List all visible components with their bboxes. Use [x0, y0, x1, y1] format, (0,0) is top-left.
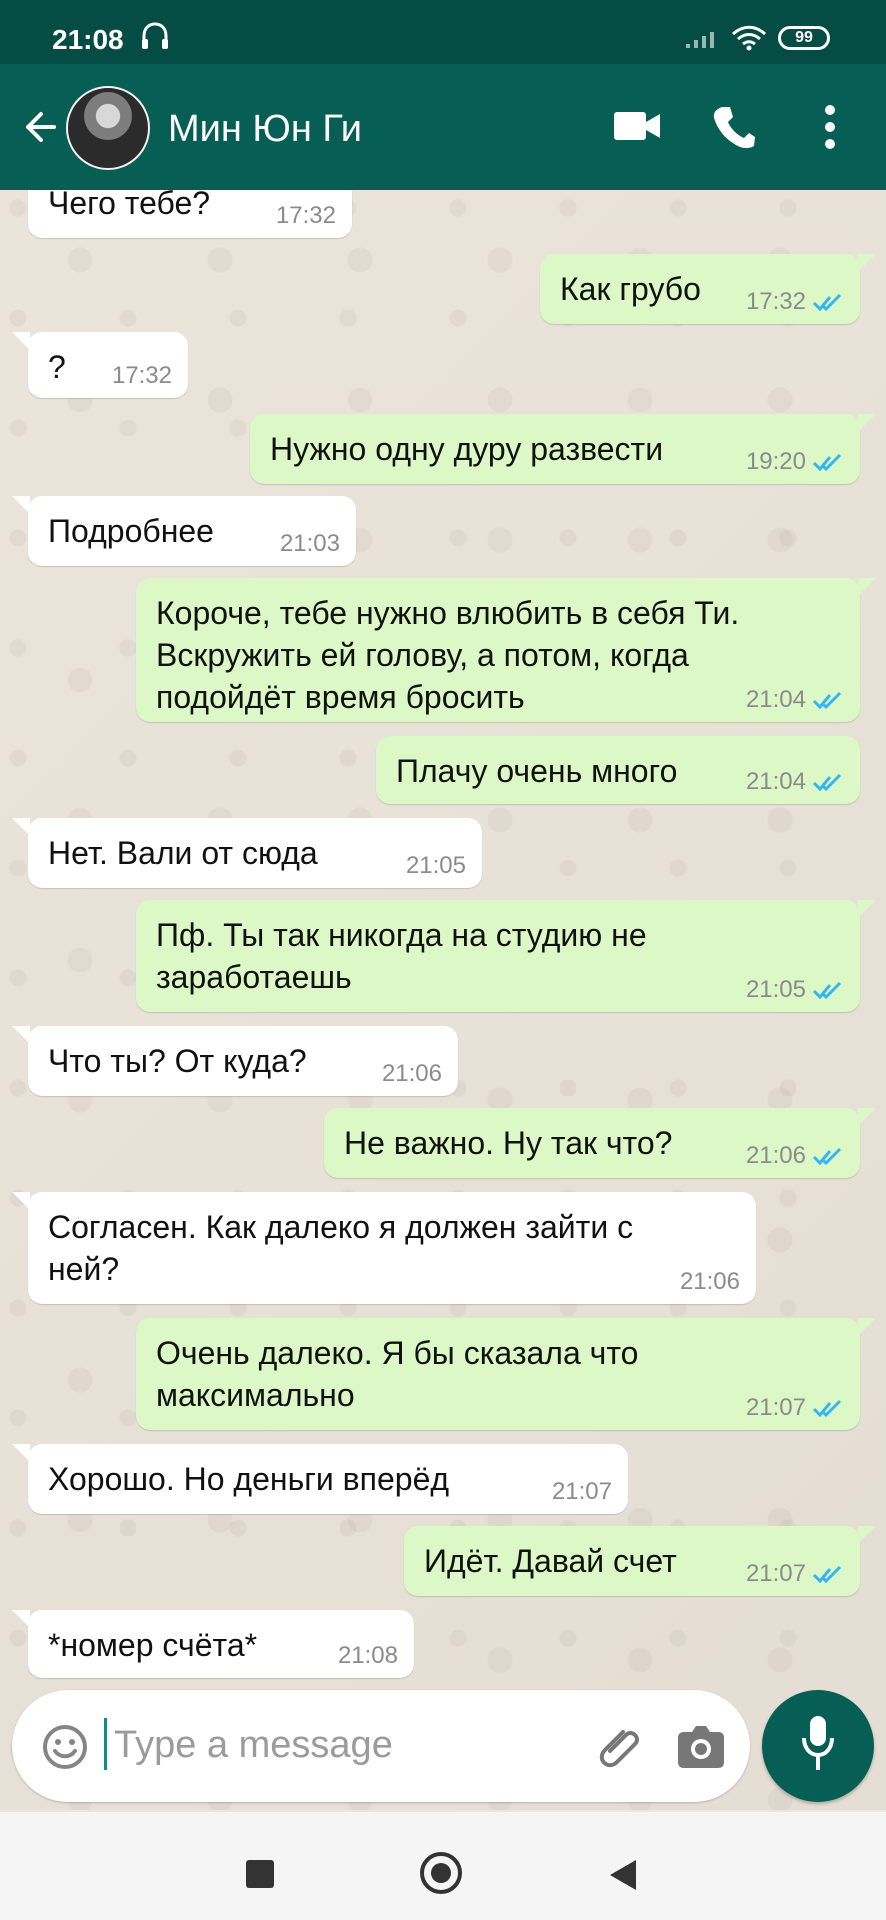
camera-icon[interactable]	[676, 1724, 726, 1768]
message-text: Что ты? От куда?	[48, 1043, 307, 1079]
phone-icon[interactable]	[712, 104, 756, 150]
wifi-icon	[731, 25, 767, 51]
message-text: *номер счёта*	[48, 1627, 258, 1663]
arrow-left-icon[interactable]	[18, 106, 60, 148]
message-text: Хорошо. Но деньги вперёд	[48, 1461, 450, 1497]
chat-header: Мин Юн Ги	[0, 64, 886, 190]
message-time: 19:20	[745, 448, 806, 475]
message-text: Подробнее	[48, 513, 214, 549]
message-bubble-incoming[interactable]: Чего тебе? 17:32	[28, 190, 352, 238]
message-time: 21:07	[551, 1478, 612, 1505]
message-time: 21:03	[279, 530, 340, 557]
message-bubble-incoming[interactable]: Хорошо. Но деньги вперёд 21:07	[12, 1444, 628, 1514]
contact-name[interactable]: Мин Юн Ги	[168, 108, 362, 151]
message-bubble-incoming[interactable]: Согласен. Как далеко я должен зайти с не…	[12, 1192, 756, 1304]
read-receipt-icon	[812, 773, 842, 792]
paperclip-icon[interactable]	[594, 1720, 650, 1776]
message-bubble-incoming[interactable]: Подробнее 21:03	[12, 496, 356, 566]
message-bubble-incoming[interactable]: Что ты? От куда? 21:06	[12, 1026, 458, 1096]
message-text: Нужно одну дуру развести	[270, 431, 664, 467]
message-time: 21:06	[381, 1060, 442, 1087]
read-receipt-icon	[812, 293, 842, 312]
status-time: 21:08	[52, 24, 124, 55]
message-text: Идёт. Давай счет	[424, 1543, 677, 1579]
message-time: 21:07	[745, 1394, 806, 1421]
message-time: 21:05	[745, 976, 806, 1003]
headphones-icon	[142, 22, 168, 49]
message-bubble-outgoing[interactable]: Как грубо 17:32	[540, 254, 876, 324]
read-receipt-icon	[812, 691, 842, 710]
message-time: 21:06	[679, 1268, 740, 1295]
message-bubble-outgoing[interactable]: Пф. Ты так никогда на студию не заработа…	[136, 900, 876, 1012]
text-caret	[104, 1718, 107, 1770]
read-receipt-icon	[812, 981, 842, 1000]
microphone-icon	[802, 1716, 834, 1770]
android-navigation-bar	[0, 1812, 886, 1920]
message-text: Нет. Вали от сюда	[48, 835, 318, 871]
message-text: Очень далеко. Я бы сказала что максималь…	[156, 1335, 639, 1413]
voice-message-button[interactable]	[762, 1690, 874, 1802]
message-text: Как грубо	[560, 271, 701, 307]
message-text: ?	[48, 349, 66, 385]
message-time: 21:04	[745, 686, 806, 713]
message-bubble-incoming[interactable]: *номер счёта* 21:08	[12, 1610, 414, 1678]
back-navigation-icon[interactable]	[610, 1860, 636, 1890]
message-list[interactable]: Чего тебе? 17:32 Как грубо 17:32 ? 17:32…	[0, 190, 886, 1810]
read-receipt-icon	[812, 453, 842, 472]
message-bubble-outgoing[interactable]: Идёт. Давай счет 21:07	[404, 1526, 876, 1596]
message-time: 17:32	[745, 288, 806, 315]
contact-avatar[interactable]	[66, 86, 150, 170]
message-text: Не важно. Ну так что?	[344, 1125, 673, 1161]
message-time: 21:06	[745, 1142, 806, 1169]
message-bubble-outgoing[interactable]: Не важно. Ну так что? 21:06	[324, 1108, 876, 1178]
emoji-icon[interactable]	[42, 1724, 88, 1770]
more-vertical-icon[interactable]	[824, 104, 836, 150]
message-bubble-outgoing[interactable]: Плачу очень много 21:04	[376, 736, 860, 804]
read-receipt-icon	[812, 1399, 842, 1418]
message-bubble-incoming[interactable]: Нет. Вали от сюда 21:05	[12, 818, 482, 888]
message-input[interactable]	[112, 1715, 496, 1775]
message-composer	[12, 1690, 750, 1802]
signal-icon	[686, 32, 714, 48]
message-text: Плачу очень много	[396, 753, 678, 789]
message-bubble-incoming[interactable]: ? 17:32	[12, 332, 188, 398]
battery-indicator: 99	[778, 26, 830, 50]
message-bubble-outgoing[interactable]: Короче, тебе нужно влюбить в себя Ти. Вс…	[136, 578, 876, 722]
message-time: 21:05	[405, 852, 466, 879]
message-time: 17:32	[111, 362, 172, 389]
message-time: 17:32	[275, 202, 336, 229]
message-time: 21:08	[337, 1642, 398, 1669]
status-bar: 21:08 99	[0, 0, 886, 64]
message-bubble-outgoing[interactable]: Очень далеко. Я бы сказала что максималь…	[136, 1318, 876, 1430]
message-time: 21:04	[745, 768, 806, 795]
recent-apps-icon[interactable]	[246, 1860, 274, 1888]
message-text: Согласен. Как далеко я должен зайти с не…	[48, 1209, 634, 1287]
read-receipt-icon	[812, 1565, 842, 1584]
message-text: Чего тебе?	[48, 190, 211, 221]
home-icon[interactable]	[420, 1852, 462, 1894]
video-camera-icon[interactable]	[612, 108, 662, 144]
message-time: 21:07	[745, 1560, 806, 1587]
message-text: Пф. Ты так никогда на студию не заработа…	[156, 917, 647, 995]
read-receipt-icon	[812, 1147, 842, 1166]
message-text: Короче, тебе нужно влюбить в себя Ти. Вс…	[156, 595, 740, 715]
message-bubble-outgoing[interactable]: Нужно одну дуру развести 19:20	[250, 414, 876, 484]
